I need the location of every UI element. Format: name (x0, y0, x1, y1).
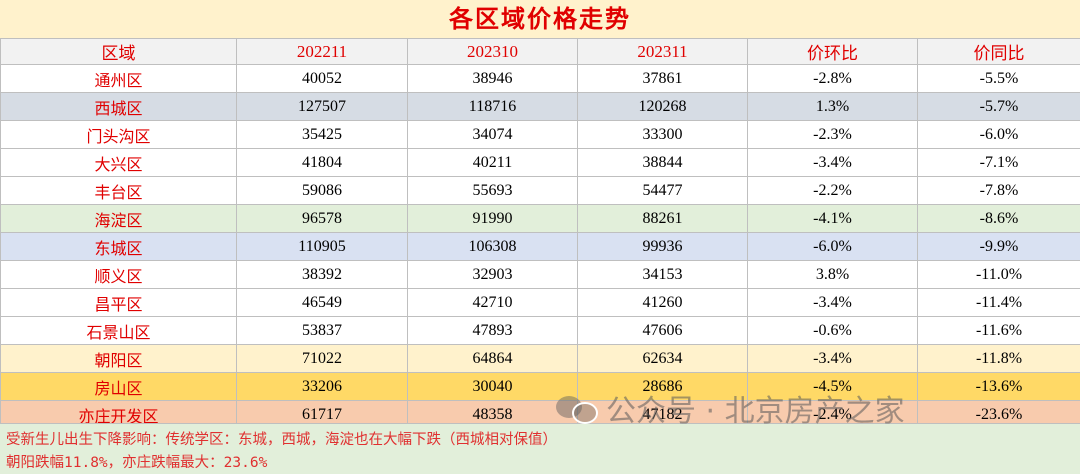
mom-cell: -3.4% (748, 149, 918, 177)
price-cell: 34153 (578, 261, 748, 289)
header-yoy: 价同比 (918, 39, 1080, 65)
price-cell: 110905 (237, 233, 408, 261)
yoy-cell: -9.9% (918, 233, 1080, 261)
price-cell: 53837 (237, 317, 408, 345)
price-cell: 88261 (578, 205, 748, 233)
table-row: 顺义区 38392 32903 34153 3.8% -11.0% (1, 261, 1080, 289)
table-row: 昌平区 46549 42710 41260 -3.4% -11.4% (1, 289, 1080, 317)
table-row: 石景山区 53837 47893 47606 -0.6% -11.6% (1, 317, 1080, 345)
price-cell: 127507 (237, 93, 408, 121)
district-cell: 海淀区 (1, 205, 237, 233)
table-row: 通州区 40052 38946 37861 -2.8% -5.5% (1, 65, 1080, 93)
district-cell: 东城区 (1, 233, 237, 261)
table-row: 朝阳区 71022 64864 62634 -3.4% -11.8% (1, 345, 1080, 373)
yoy-cell: -11.8% (918, 345, 1080, 373)
mom-cell: -2.2% (748, 177, 918, 205)
yoy-cell: -11.0% (918, 261, 1080, 289)
price-cell: 46549 (237, 289, 408, 317)
price-cell: 33300 (578, 121, 748, 149)
price-cell: 30040 (408, 373, 578, 401)
yoy-cell: -5.5% (918, 65, 1080, 93)
mom-cell: -6.0% (748, 233, 918, 261)
price-cell: 120268 (578, 93, 748, 121)
yoy-cell: -8.6% (918, 205, 1080, 233)
header-mom: 价环比 (748, 39, 918, 65)
mom-cell: -3.4% (748, 289, 918, 317)
price-cell: 41804 (237, 149, 408, 177)
district-cell: 丰台区 (1, 177, 237, 205)
district-cell: 通州区 (1, 65, 237, 93)
table-row: 大兴区 41804 40211 38844 -3.4% -7.1% (1, 149, 1080, 177)
table-row: 东城区 110905 106308 99936 -6.0% -9.9% (1, 233, 1080, 261)
price-cell: 35425 (237, 121, 408, 149)
price-cell: 32903 (408, 261, 578, 289)
price-cell: 42710 (408, 289, 578, 317)
yoy-cell: -11.4% (918, 289, 1080, 317)
price-cell: 91990 (408, 205, 578, 233)
price-cell: 41260 (578, 289, 748, 317)
price-table: 区域 202211 202310 202311 价环比 价同比 通州区 4005… (0, 38, 1080, 429)
wechat-icon (556, 390, 596, 426)
price-cell: 38392 (237, 261, 408, 289)
yoy-cell: -7.8% (918, 177, 1080, 205)
watermark: 公众号 · 北京房产之家 (556, 388, 905, 428)
price-cell: 34074 (408, 121, 578, 149)
mom-cell: 1.3% (748, 93, 918, 121)
table-row: 海淀区 96578 91990 88261 -4.1% -8.6% (1, 205, 1080, 233)
note-line-2: 朝阳跌幅11.8%，亦庄跌幅最大：23.6% (6, 451, 267, 472)
table-row: 西城区 127507 118716 120268 1.3% -5.7% (1, 93, 1080, 121)
yoy-cell: -13.6% (918, 373, 1080, 401)
district-cell: 门头沟区 (1, 121, 237, 149)
price-cell: 38946 (408, 65, 578, 93)
price-cell: 38844 (578, 149, 748, 177)
price-cell: 62634 (578, 345, 748, 373)
district-cell: 西城区 (1, 93, 237, 121)
price-cell: 55693 (408, 177, 578, 205)
price-cell: 40052 (237, 65, 408, 93)
yoy-cell: -6.0% (918, 121, 1080, 149)
notes-panel: 受新生儿出生下降影响：传统学区：东城，西城，海淀也在大幅下跌（西城相对保值） 朝… (0, 423, 1080, 474)
table-row: 门头沟区 35425 34074 33300 -2.3% -6.0% (1, 121, 1080, 149)
district-cell: 房山区 (1, 373, 237, 401)
price-cell: 47893 (408, 317, 578, 345)
price-cell: 106308 (408, 233, 578, 261)
mom-cell: -4.1% (748, 205, 918, 233)
table-row: 丰台区 59086 55693 54477 -2.2% -7.8% (1, 177, 1080, 205)
price-cell: 54477 (578, 177, 748, 205)
district-cell: 大兴区 (1, 149, 237, 177)
district-cell: 朝阳区 (1, 345, 237, 373)
price-cell: 37861 (578, 65, 748, 93)
yoy-cell: -7.1% (918, 149, 1080, 177)
mom-cell: 3.8% (748, 261, 918, 289)
header-202310: 202310 (408, 39, 578, 65)
district-cell: 石景山区 (1, 317, 237, 345)
price-cell: 59086 (237, 177, 408, 205)
district-cell: 顺义区 (1, 261, 237, 289)
price-cell: 96578 (237, 205, 408, 233)
price-cell: 118716 (408, 93, 578, 121)
header-row: 区域 202211 202310 202311 价环比 价同比 (1, 39, 1080, 65)
mom-cell: -3.4% (748, 345, 918, 373)
table-row: 房山区 33206 30040 28686 -4.5% -13.6% (1, 373, 1080, 401)
watermark-text: 公众号 · 北京房产之家 (606, 386, 905, 430)
yoy-cell: -11.6% (918, 317, 1080, 345)
table-title: 各区域价格走势 (0, 0, 1080, 39)
mom-cell: -2.8% (748, 65, 918, 93)
header-district: 区域 (1, 39, 237, 65)
price-cell: 71022 (237, 345, 408, 373)
price-cell: 47606 (578, 317, 748, 345)
mom-cell: -2.3% (748, 121, 918, 149)
header-202311: 202311 (578, 39, 748, 65)
note-line-1: 受新生儿出生下降影响：传统学区：东城，西城，海淀也在大幅下跌（西城相对保值） (6, 428, 557, 449)
price-cell: 33206 (237, 373, 408, 401)
price-cell: 99936 (578, 233, 748, 261)
price-cell: 64864 (408, 345, 578, 373)
price-cell: 40211 (408, 149, 578, 177)
yoy-cell: -5.7% (918, 93, 1080, 121)
mom-cell: -0.6% (748, 317, 918, 345)
header-202211: 202211 (237, 39, 408, 65)
district-cell: 昌平区 (1, 289, 237, 317)
